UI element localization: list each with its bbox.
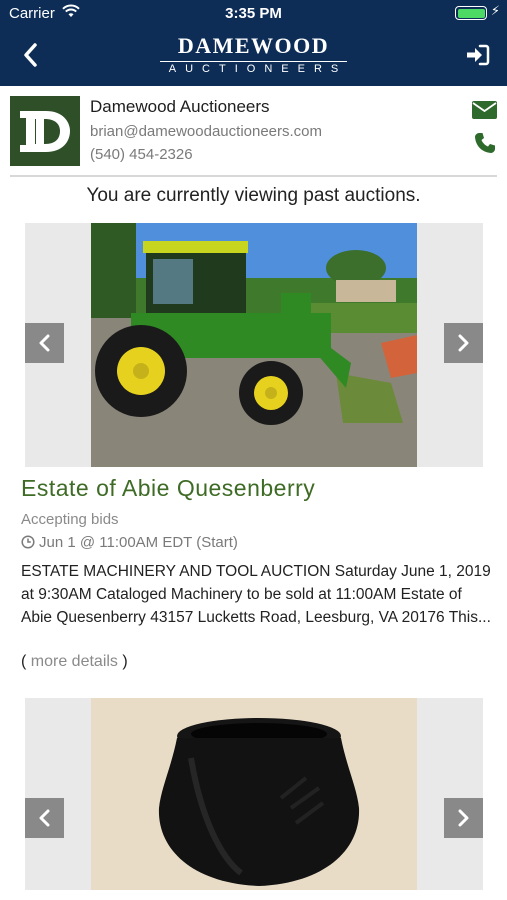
past-auctions-notice: You are currently viewing past auctions.: [86, 185, 421, 206]
battery-icon: [455, 6, 487, 20]
clock: 3:35 PM: [225, 5, 282, 22]
charging-icon: ⚡: [490, 3, 500, 18]
chevron-left-icon: [39, 334, 50, 352]
more-details-link[interactable]: more details: [31, 653, 118, 670]
auction-photo-tractor[interactable]: [91, 223, 417, 467]
auction-image-carousel-2[interactable]: [25, 698, 483, 890]
chevron-right-icon: [458, 334, 469, 352]
carousel-next-button[interactable]: [444, 323, 483, 363]
brand-logo: DAMEWOOD AUCTIONEERS: [0, 35, 507, 77]
more-details-open-paren: (: [21, 653, 31, 670]
company-avatar[interactable]: [10, 96, 80, 166]
auction-status: Accepting bids: [21, 511, 119, 528]
auction-date: Jun 1 @ 11:00AM EDT (Start): [21, 534, 238, 551]
auction-description: ESTATE MACHINERY AND TOOL AUCTION Saturd…: [21, 563, 491, 626]
header-divider: [10, 175, 497, 177]
company-header: Damewood Auctioneers brian@damewoodaucti…: [0, 86, 507, 178]
carousel-prev-button[interactable]: [25, 323, 64, 363]
company-logo-icon: [10, 96, 80, 166]
company-email[interactable]: brian@damewoodauctioneers.com: [90, 123, 322, 140]
company-name: Damewood Auctioneers: [90, 97, 270, 116]
status-bar: Carrier 3:35 PM ⚡: [0, 0, 507, 26]
nav-bar: DAMEWOOD AUCTIONEERS: [0, 26, 507, 86]
clock-icon: [21, 535, 35, 549]
logo-line-2: AUCTIONEERS: [159, 61, 348, 75]
more-details-close-paren: ): [117, 653, 128, 670]
phone-icon[interactable]: [474, 132, 496, 154]
mail-icon[interactable]: [472, 101, 497, 119]
chevron-right-icon: [458, 809, 469, 827]
auction-image-carousel[interactable]: [25, 223, 483, 467]
logo-line-1: DAMEWOOD: [177, 33, 330, 58]
auction-photo-pottery[interactable]: [91, 698, 417, 890]
auction-date-text: Jun 1 @ 11:00AM EDT (Start): [39, 534, 238, 551]
carousel-prev-button[interactable]: [25, 798, 64, 838]
chevron-left-icon: [39, 809, 50, 827]
carousel-next-button[interactable]: [444, 798, 483, 838]
sign-in-icon: [467, 44, 490, 66]
auction-title[interactable]: Estate of Abie Quesenberry: [21, 475, 315, 502]
company-phone[interactable]: (540) 454-2326: [90, 146, 193, 163]
login-button[interactable]: [465, 43, 491, 67]
more-details: ( more details ): [21, 653, 128, 671]
